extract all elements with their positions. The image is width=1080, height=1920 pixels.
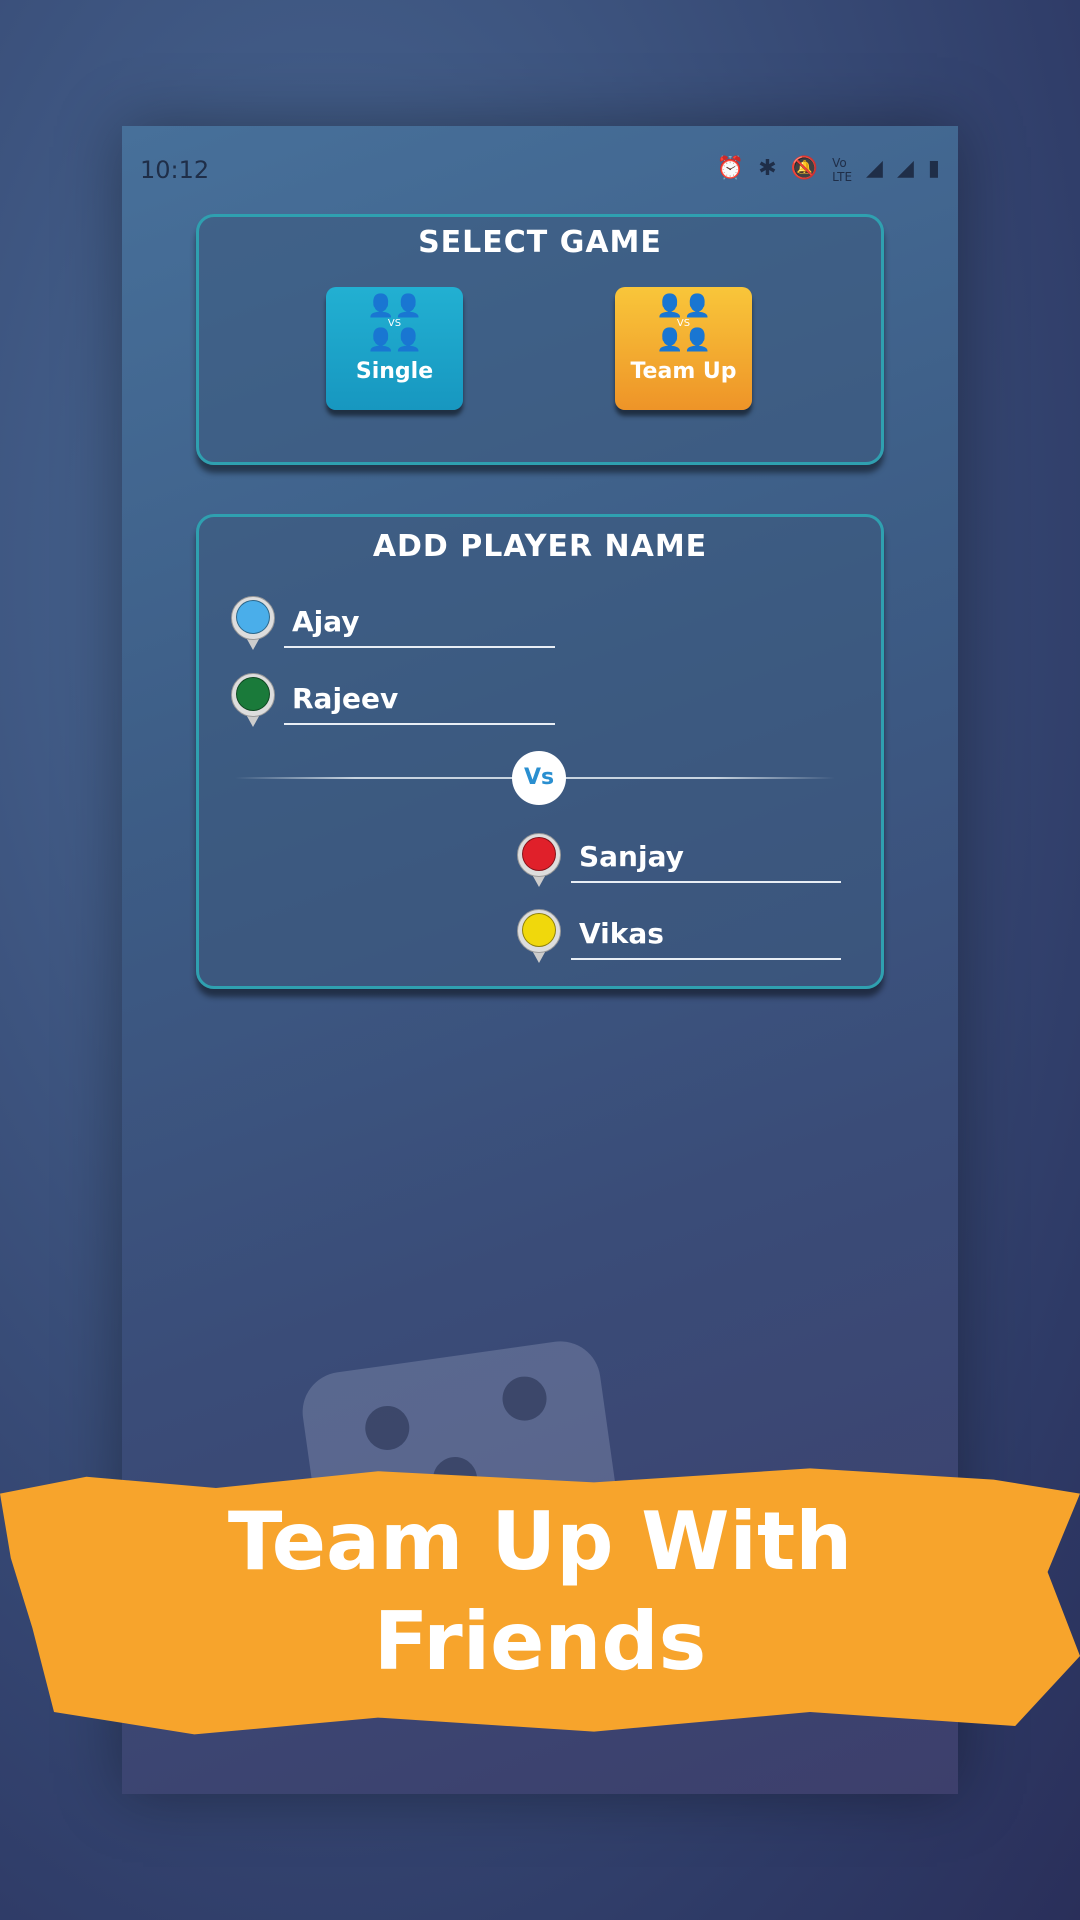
panel-title: SELECT GAME bbox=[418, 225, 662, 260]
team-up-mode-button[interactable]: 👤👤 VS 👤👤 Team Up bbox=[615, 287, 752, 410]
mode-label: Single bbox=[355, 359, 434, 384]
red-pin-icon bbox=[517, 833, 561, 887]
status-bar: 10:12 ⏰ ✱ 🔕 Vo LTE ◢ ◢ ▮ bbox=[140, 152, 940, 188]
bluetooth-icon: ✱ bbox=[758, 156, 777, 181]
panel-title: ADD PLAYER NAME bbox=[372, 529, 708, 564]
alarm-icon: ⏰ bbox=[716, 156, 745, 181]
players-icon: 👤👤 bbox=[367, 328, 422, 353]
player-1-name-input[interactable]: Ajay bbox=[284, 598, 555, 648]
blue-pin-icon bbox=[231, 596, 275, 650]
banner-line-1: Team Up With bbox=[227, 1495, 853, 1588]
yellow-pin-icon bbox=[517, 909, 561, 963]
signal-icon: ◢ bbox=[896, 156, 914, 181]
players-icon: 👤👤 bbox=[367, 294, 422, 319]
green-pin-icon bbox=[231, 673, 275, 727]
vs-badge: Vs bbox=[512, 751, 566, 805]
players-icon: 👤👤 bbox=[656, 328, 711, 353]
volte-icon: Vo LTE bbox=[832, 156, 853, 184]
select-game-panel: SELECT GAME 👤👤 VS 👤👤 Single 👤👤 VS 👤👤 Tea… bbox=[196, 214, 884, 465]
single-mode-button[interactable]: 👤👤 VS 👤👤 Single bbox=[326, 287, 463, 410]
player-3-name-input[interactable]: Sanjay bbox=[571, 833, 841, 883]
mute-icon: 🔕 bbox=[790, 156, 819, 181]
players-icon: 👤👤 bbox=[656, 294, 711, 319]
signal-icon: ◢ bbox=[866, 156, 883, 181]
player-4-name-input[interactable]: Vikas bbox=[571, 910, 841, 960]
promo-banner: Team Up With Friends bbox=[0, 1468, 1080, 1735]
player-2-name-input[interactable]: Rajeev bbox=[284, 675, 555, 725]
mode-label: Team Up bbox=[630, 359, 737, 384]
clock: 10:12 bbox=[140, 156, 210, 184]
banner-line-2: Friends bbox=[373, 1595, 707, 1688]
battery-icon: ▮ bbox=[927, 156, 940, 181]
